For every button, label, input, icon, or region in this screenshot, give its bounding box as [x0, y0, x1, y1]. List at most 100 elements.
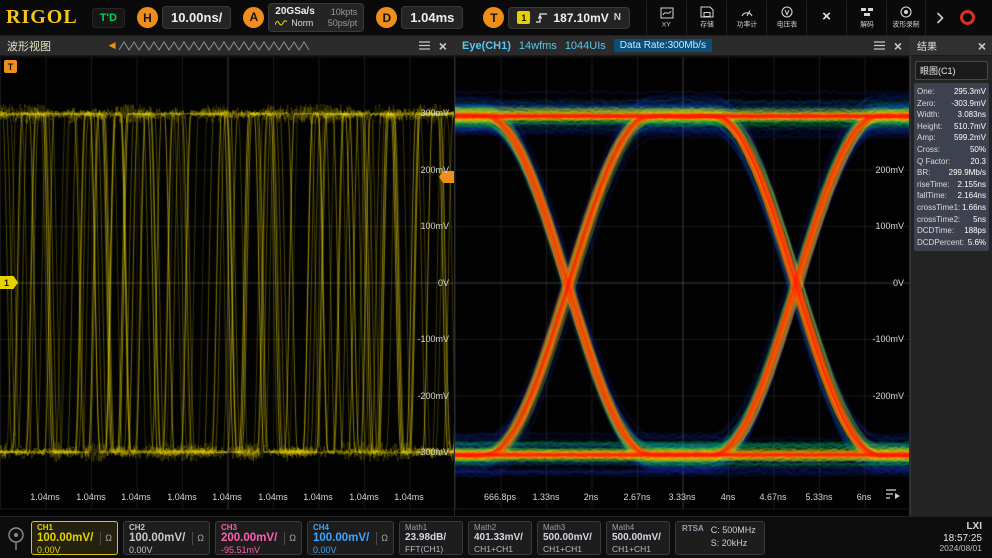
results-close-icon[interactable]: × [978, 39, 986, 53]
eye-panel-title: Eye(CH1) [462, 40, 511, 52]
lxi-badge: LXI [939, 521, 982, 533]
trigger-readout[interactable]: 1 187.10mV N [508, 7, 630, 29]
results-panel-header: 结果 × [911, 36, 992, 56]
eye-canvas [455, 56, 910, 512]
toolbar-expand-button[interactable] [936, 12, 944, 24]
math-box-math2[interactable]: Math2 401.33mV/ CH1+CH1 [468, 521, 532, 555]
channel-box-ch2[interactable]: CH2 100.00mV/Ω 0.00V [123, 521, 210, 555]
channel-box-ch4[interactable]: CH4 100.00mV/Ω 0.00V [307, 521, 394, 555]
trigger-knob[interactable]: T [483, 7, 504, 28]
waveform-canvas [0, 56, 455, 512]
oscilloscope-screen: RIGOL T'D H 10.00ns/ A 20GSa/s 10kpts No… [0, 0, 992, 558]
horizontal-knob[interactable]: H [137, 7, 158, 28]
channel-box-ch3[interactable]: CH3 200.00mV/Ω -95.51mV [215, 521, 302, 555]
ch4-offset: 0.00V [313, 545, 388, 555]
measurement-row: Zero: -303.9mV [917, 98, 986, 110]
toolbar-label: XY [662, 20, 671, 28]
ch1-impedance: Ω [100, 532, 112, 545]
measurement-row: Amp: 599.2mV [917, 132, 986, 144]
toolbar-label: 存储 [700, 19, 714, 28]
results-panel: 结果 × 眼图(C1) One: 295.3mV Zero: -303.9mV Wi… [910, 36, 992, 516]
measurement-row: One: 295.3mV [917, 86, 986, 98]
ch1-offset: 0.00V [37, 545, 112, 555]
waveform-panel-title: 波形视图 [7, 38, 51, 54]
main-area: 波形视图 ◀ × T 1 300mV 200mV 100mV 0V -100mV… [0, 36, 992, 516]
record-icon [899, 6, 913, 18]
ch2-offset: 0.00V [129, 545, 204, 555]
ch3-impedance: Ω [284, 532, 296, 545]
eye-data-rate-badge: Data Rate:300Mb/s [614, 39, 712, 52]
waveform-panel-header: 波形视图 ◀ × [0, 36, 454, 56]
toolbar-label: 解码 [860, 19, 874, 28]
sample-resolution-readout: 50ps/pt [322, 18, 358, 29]
waveform-menu-icon[interactable] [418, 40, 431, 51]
measurement-row: crossTime1: 1.66ns [917, 202, 986, 214]
channel-box-ch1[interactable]: CH1 100.00mV/Ω 0.00V [31, 521, 118, 555]
waveform-close-icon[interactable]: × [439, 39, 447, 53]
eye-uis-count: 1044UIs [565, 40, 606, 52]
trigger-settings: T 1 187.10mV N [483, 7, 630, 29]
measurement-row: crossTime2: 5ns [917, 214, 986, 226]
ch3-offset: -95.51mV [221, 545, 296, 555]
voltmeter-button[interactable]: 电压表 [766, 1, 806, 35]
math-x-button[interactable]: × [806, 1, 846, 35]
decode-button[interactable]: 解码 [846, 1, 886, 35]
top-bar: RIGOL T'D H 10.00ns/ A 20GSa/s 10kpts No… [0, 0, 992, 36]
results-title: 结果 [917, 38, 937, 53]
trigger-position-marker[interactable]: T [4, 60, 17, 73]
xy-button[interactable]: XY [646, 1, 686, 35]
ch3-scale: 200.00mV/ [221, 532, 277, 545]
probe-connector-icon[interactable] [6, 524, 26, 552]
delay-settings: D 1.04ms [376, 6, 463, 29]
waveform-navigation-strip[interactable]: ◀ [109, 40, 311, 52]
acq-waveform-icon [275, 19, 287, 27]
rtsa-label: RTSA [682, 524, 704, 552]
measurement-list: One: 295.3mV Zero: -303.9mV Width: 3.083ns … [914, 83, 989, 251]
chevron-right-icon [936, 12, 944, 24]
nav-zigzag-icon [119, 40, 311, 52]
timebase-readout[interactable]: 10.00ns/ [162, 6, 231, 29]
ch2-impedance: Ω [192, 532, 204, 545]
waveform-panel: 波形视图 ◀ × T 1 300mV 200mV 100mV 0V -100mV… [0, 36, 455, 516]
power-meter-button[interactable]: 功率计 [726, 1, 766, 35]
rtsa-box[interactable]: RTSA C: 500MHz S: 20kHz [675, 521, 765, 555]
eye-measure-group-title[interactable]: 眼图(C1) [915, 61, 988, 80]
rigol-ring-logo[interactable] [960, 10, 975, 25]
nav-left-arrow-icon[interactable]: ◀ [109, 40, 116, 51]
toolbar-label: 功率计 [736, 19, 756, 28]
sample-rate-readout: 20GSa/s [275, 6, 314, 18]
eye-wfms-count: 14wfms [519, 40, 557, 52]
waveform-record-button[interactable]: 波形录制 [886, 1, 926, 35]
acquisition-settings: A 20GSa/s 10kpts Norm 50ps/pt [243, 3, 364, 32]
eye-close-icon[interactable]: × [894, 39, 902, 53]
measurement-row: riseTime: 2.155ns [917, 179, 986, 191]
delay-knob[interactable]: D [376, 7, 397, 28]
rtsa-center-freq: C: 500MHz [711, 524, 756, 537]
date-readout: 2024/08/01 [939, 544, 982, 554]
storage-icon [700, 6, 714, 18]
trigger-edge-icon [535, 12, 548, 24]
trigger-mode-flag: N [614, 12, 621, 23]
toolbar-label: 波形录制 [892, 19, 919, 28]
acquire-knob[interactable]: A [243, 7, 264, 28]
measurement-row: Width: 3.083ns [917, 109, 986, 121]
eye-menu-icon[interactable] [873, 40, 886, 51]
decode-icon [860, 6, 874, 18]
trigger-source-badge: 1 [517, 11, 530, 24]
power-meter-icon [740, 6, 754, 18]
math-box-math1[interactable]: Math1 23.98dB/ FFT(CH1) [399, 521, 463, 555]
measurement-row: DCDTime: 188ps [917, 225, 986, 237]
measurement-row: fallTime: 2.164ns [917, 190, 986, 202]
delay-readout[interactable]: 1.04ms [401, 6, 463, 29]
xy-icon [660, 7, 674, 19]
math-box-math3[interactable]: Math3 500.00mV/ CH1+CH1 [537, 521, 601, 555]
storage-button[interactable]: 存储 [686, 1, 726, 35]
rigol-logo: RIGOL [6, 6, 78, 29]
rtsa-span: S: 20kHz [711, 537, 756, 550]
acquisition-readout[interactable]: 20GSa/s 10kpts Norm 50ps/pt [268, 3, 364, 32]
math-box-math4[interactable]: Math4 500.00mV/ CH1+CH1 [606, 521, 670, 555]
ch2-scale: 100.00mV/ [129, 532, 185, 545]
ch4-impedance: Ω [376, 532, 388, 545]
eye-list-icon[interactable] [885, 488, 901, 500]
measurement-row: Q Factor: 20.3 [917, 156, 986, 168]
